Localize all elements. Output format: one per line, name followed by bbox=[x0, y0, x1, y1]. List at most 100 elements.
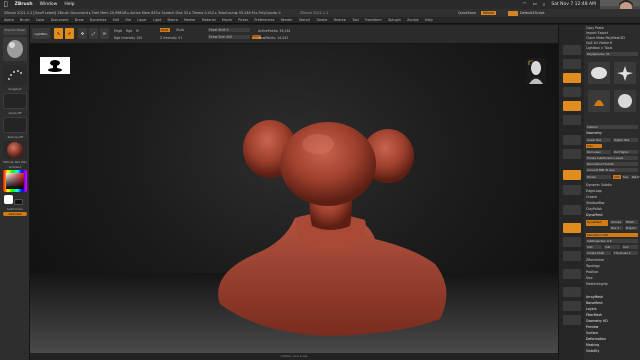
preview-section[interactable]: Preview bbox=[586, 325, 638, 329]
menus-toggle[interactable]: Menus bbox=[481, 11, 497, 15]
menu-light[interactable]: Light bbox=[153, 18, 161, 22]
sub-button[interactable]: Sub bbox=[604, 245, 620, 249]
tool-goz[interactable]: GoZ All Visible R bbox=[586, 41, 638, 45]
model-preview-thumbnail[interactable] bbox=[40, 57, 70, 74]
menu-help-zb[interactable]: Help bbox=[425, 18, 433, 22]
topology-section[interactable]: Topology bbox=[586, 264, 638, 268]
geometry-header[interactable]: Geometry bbox=[586, 131, 638, 135]
menu-draw[interactable]: Draw bbox=[75, 18, 84, 22]
menu-stroke[interactable]: Stroke bbox=[316, 18, 327, 22]
mrgb-label[interactable]: Mrgb bbox=[114, 29, 122, 33]
rotate-view-icon[interactable] bbox=[563, 251, 581, 261]
tool-copy[interactable]: Copy Paste bbox=[586, 26, 638, 30]
alpha-thumbnail[interactable] bbox=[3, 93, 27, 109]
menu-transform[interactable]: Transform bbox=[365, 18, 382, 22]
convert-bpr-button[interactable]: Convert BPR To Geo bbox=[586, 168, 638, 172]
spix-icon[interactable] bbox=[563, 59, 581, 69]
masking-section[interactable]: Masking bbox=[586, 343, 638, 347]
material-thumbnail[interactable] bbox=[3, 141, 27, 159]
fibermesh-section[interactable]: FiberMesh bbox=[586, 313, 638, 317]
menu-stencil[interactable]: Stencil bbox=[299, 18, 310, 22]
xyz-icon[interactable] bbox=[563, 185, 581, 195]
sdiv-slider[interactable]: Sdiv bbox=[586, 144, 602, 148]
menu-file[interactable]: File bbox=[125, 18, 131, 22]
menu-macro[interactable]: Macro bbox=[168, 18, 178, 22]
move-button[interactable]: ✥ bbox=[78, 28, 87, 39]
frame-icon[interactable] bbox=[563, 205, 581, 215]
menu-zbrush[interactable]: ZBrush bbox=[15, 2, 33, 7]
rgb-intensity-label[interactable]: Rgb Intensity 100 bbox=[114, 36, 142, 40]
reconstruct-subdiv-button[interactable]: Reconstruct Subdiv bbox=[586, 162, 638, 166]
battery-icon[interactable]: ▭ bbox=[533, 2, 537, 7]
head-navigation-icon[interactable] bbox=[526, 58, 546, 84]
default-script-toggle[interactable] bbox=[508, 10, 518, 16]
divide-button[interactable]: Divide bbox=[586, 175, 611, 179]
smt-toggle[interactable]: Smt bbox=[613, 175, 621, 179]
menu-edit[interactable]: Edit bbox=[113, 18, 120, 22]
projection-master-button[interactable]: Projection Master bbox=[3, 28, 27, 35]
dynamic-subdiv-section[interactable]: Dynamic Subdiv bbox=[586, 183, 638, 187]
search-icon[interactable]: ⌕ bbox=[543, 2, 546, 8]
floor-icon[interactable] bbox=[563, 149, 581, 159]
project-toggle[interactable]: Project bbox=[625, 226, 638, 230]
move-view-icon[interactable] bbox=[563, 223, 581, 233]
and-button[interactable]: And bbox=[622, 245, 638, 249]
clay-sculpture-model[interactable] bbox=[200, 114, 460, 349]
wifi-icon[interactable]: ◠ bbox=[523, 2, 527, 7]
subtool-header[interactable]: Subtool bbox=[586, 125, 638, 129]
add-button[interactable]: Add bbox=[586, 245, 602, 249]
geometry-hd-section[interactable]: Geometry HD bbox=[586, 319, 638, 323]
local-icon[interactable] bbox=[563, 170, 581, 180]
brush-thumbnail[interactable] bbox=[3, 37, 27, 61]
polyf-icon[interactable] bbox=[563, 269, 581, 279]
menu-picker[interactable]: Picker bbox=[238, 18, 248, 22]
dynamesh-header[interactable]: DynaMesh bbox=[586, 213, 638, 217]
crease-section[interactable]: Crease bbox=[586, 195, 638, 199]
lightbox-button[interactable]: LightBox bbox=[32, 28, 50, 39]
higher-res-button[interactable]: Higher Res bbox=[613, 138, 638, 142]
menu-render[interactable]: Render bbox=[281, 18, 293, 22]
menu-dynamics[interactable]: Dynamics bbox=[90, 18, 107, 22]
persp-icon[interactable] bbox=[563, 135, 581, 145]
scale-button[interactable]: ⤢ bbox=[89, 28, 98, 39]
zoom-icon[interactable] bbox=[563, 87, 581, 97]
layers-section[interactable]: Layers bbox=[586, 307, 638, 311]
lower-res-button[interactable]: Lower Res bbox=[586, 138, 611, 142]
zremesher-section[interactable]: ZRemesher bbox=[586, 258, 638, 262]
create-shell-button[interactable]: Create Shell bbox=[586, 251, 611, 255]
menu-help[interactable]: Help bbox=[64, 2, 74, 7]
menu-layer[interactable]: Layer bbox=[137, 18, 146, 22]
texture-thumbnail[interactable] bbox=[3, 117, 27, 133]
nanomesh-section[interactable]: NanoMesh bbox=[586, 301, 638, 305]
color-picker[interactable] bbox=[3, 170, 27, 192]
alternate-button[interactable]: Alternate bbox=[3, 212, 27, 216]
menu-tool[interactable]: Tool bbox=[352, 18, 359, 22]
stroke-thumbnail[interactable] bbox=[3, 65, 27, 85]
zoom3d-icon[interactable] bbox=[563, 237, 581, 247]
visibility-section[interactable]: Visibility bbox=[586, 349, 638, 353]
m-label[interactable]: M bbox=[136, 29, 139, 33]
bpr-icon[interactable] bbox=[563, 45, 581, 55]
canvas-viewport[interactable] bbox=[30, 44, 558, 353]
lightbox-tools[interactable]: Lightbox > Tools bbox=[586, 46, 638, 50]
menu-marker[interactable]: Marker bbox=[184, 18, 196, 22]
menu-alpha[interactable]: Alpha bbox=[4, 18, 14, 22]
zsub-label[interactable]: Zsub bbox=[176, 28, 184, 32]
color-square[interactable] bbox=[6, 173, 24, 189]
tool-import[interactable]: Import Export bbox=[586, 31, 638, 35]
subprojection-slider[interactable]: SubProjection 0.6 bbox=[586, 239, 638, 243]
groups-toggle[interactable]: Groups bbox=[610, 220, 623, 224]
switch-color-label[interactable]: SwitchColor bbox=[2, 207, 28, 211]
dynamesh-button[interactable]: DynaMesh bbox=[586, 220, 608, 226]
current-tool-slider[interactable]: PolySphere1. 51 bbox=[586, 52, 638, 56]
tool-clone[interactable]: Clone Make PolyMesh3D bbox=[586, 36, 638, 40]
resolution-slider[interactable]: Resolution 128 bbox=[586, 233, 638, 237]
tool-thumbnails-grid[interactable] bbox=[586, 60, 638, 118]
quicksave-button[interactable]: QuickSave bbox=[458, 11, 476, 15]
secondary-color-swatch[interactable] bbox=[14, 199, 23, 205]
meshintegrity-section[interactable]: MeshIntegrity bbox=[586, 282, 638, 286]
menu-material[interactable]: Material bbox=[202, 18, 216, 22]
menu-window[interactable]: Window bbox=[40, 2, 58, 7]
menu-texture[interactable]: Texture bbox=[333, 18, 345, 22]
suv-toggle[interactable]: Suv bbox=[622, 175, 630, 179]
